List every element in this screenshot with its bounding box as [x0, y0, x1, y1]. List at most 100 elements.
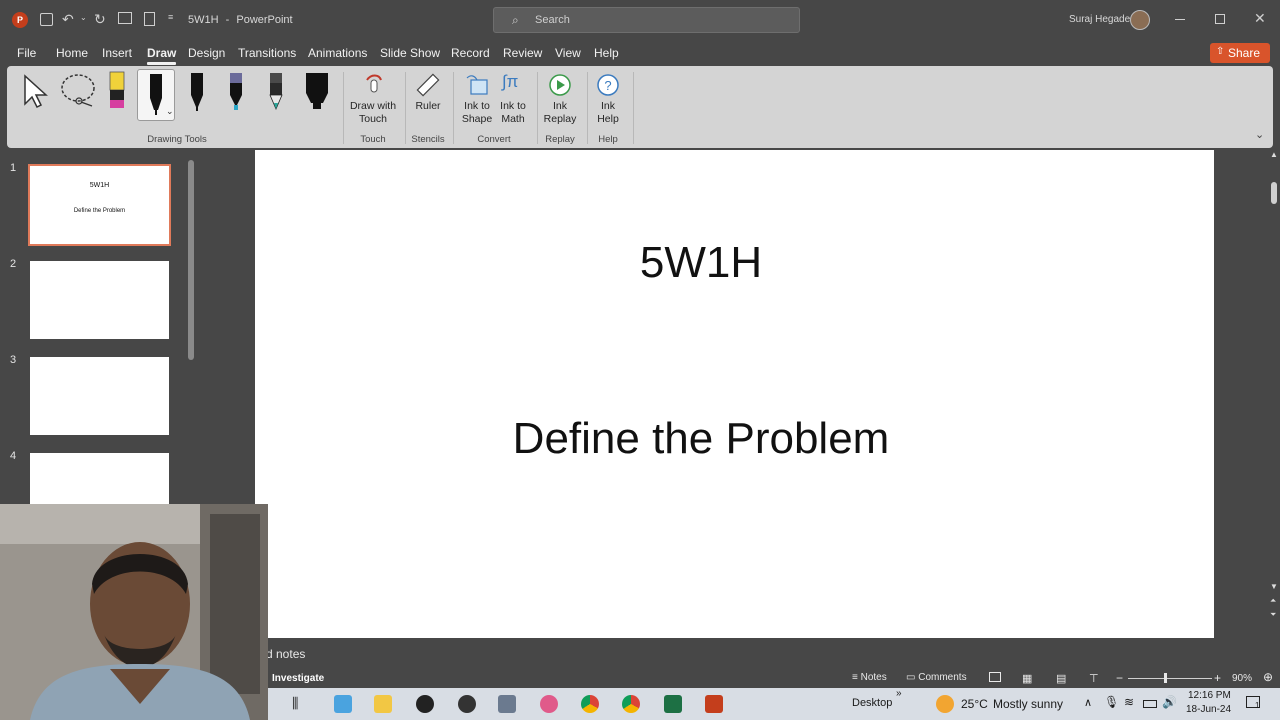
notification-icon[interactable]: 1 — [1246, 696, 1260, 710]
current-slide[interactable]: 5W1H Define the Problem — [255, 150, 1214, 638]
notification-count: 1 — [1255, 701, 1260, 710]
battery-icon[interactable] — [1143, 700, 1157, 708]
ink-replay-button[interactable]: Ink Replay — [541, 70, 579, 128]
zoom-out-icon[interactable]: − — [1116, 671, 1123, 685]
close-icon[interactable]: ✕ — [1254, 10, 1266, 27]
draw-with-touch-button[interactable]: Draw with Touch — [347, 70, 399, 128]
pen-black-selected[interactable]: ⌄ — [137, 69, 175, 121]
zoom-slider[interactable] — [1128, 673, 1212, 683]
tab-design[interactable]: Design — [188, 46, 225, 60]
notes-placeholder[interactable]: d notes — [266, 647, 305, 661]
temperature[interactable]: 25°C — [961, 697, 988, 711]
ruler-button[interactable]: Ruler — [409, 70, 447, 128]
collapse-ribbon-icon[interactable]: ⌄ — [1255, 128, 1264, 141]
media-player-icon[interactable] — [416, 695, 434, 713]
zoom-slider-thumb[interactable] — [1164, 673, 1167, 683]
next-slide-icon[interactable]: ⏷ — [1270, 610, 1276, 620]
wifi-icon[interactable]: ≋ — [1124, 695, 1134, 709]
marker-icon[interactable] — [303, 71, 331, 113]
slideshow-view-icon[interactable]: ⊤ — [1089, 672, 1099, 685]
normal-view-icon[interactable] — [989, 672, 1001, 682]
slide-title[interactable]: 5W1H — [255, 238, 1147, 288]
microphone-icon[interactable]: 🎙 — [1104, 695, 1119, 709]
desktop-label[interactable]: Desktop — [852, 697, 892, 709]
chevron-down-icon[interactable]: ⌄ — [166, 106, 174, 117]
pen-black-2-icon[interactable] — [187, 71, 207, 113]
ink-to-math-button[interactable]: ∫π Ink to Math — [497, 70, 529, 128]
zoom-in-icon[interactable]: + — [1214, 671, 1221, 685]
tab-home[interactable]: Home — [56, 46, 88, 60]
restore-icon[interactable] — [1215, 14, 1225, 24]
webcam-overlay — [0, 504, 268, 720]
slide-subtitle[interactable]: Define the Problem — [255, 414, 1147, 464]
clock-time[interactable]: 12:16 PM — [1188, 690, 1231, 701]
excel-icon[interactable] — [664, 695, 682, 713]
select-tool-icon[interactable] — [21, 74, 51, 110]
scroll-up-icon[interactable]: ▲ — [1270, 150, 1278, 159]
clock-date[interactable]: 18-Jun-24 — [1186, 704, 1231, 715]
slide-thumbnail-2[interactable] — [30, 261, 169, 339]
reading-view-icon[interactable]: ▤ — [1056, 672, 1066, 685]
chrome-profile-icon[interactable] — [622, 695, 640, 713]
title-bar: P ↶ ⌄ ↻ ≡ 5W1H - PowerPoint ⌕ Search Sur… — [0, 0, 1280, 40]
tab-review[interactable]: Review — [503, 46, 542, 60]
slide-sorter-icon[interactable]: ▦ — [1022, 672, 1032, 685]
tab-transitions[interactable]: Transitions — [238, 46, 296, 60]
chrome-icon[interactable] — [581, 695, 599, 713]
thumbnail-scrollbar[interactable] — [188, 160, 194, 360]
volume-icon[interactable]: 🔊 — [1162, 695, 1177, 709]
tray-chevron-icon[interactable]: ∧ — [1084, 696, 1092, 709]
scroll-down-icon[interactable]: ▼ — [1270, 582, 1278, 591]
user-name[interactable]: Suraj Hegade — [1069, 14, 1130, 25]
new-file-icon[interactable] — [144, 12, 155, 26]
vertical-scrollbar[interactable]: ▲ ▼ ⏶ ⏷ — [1268, 150, 1280, 638]
tab-view[interactable]: View — [555, 46, 581, 60]
customize-toolbar-icon[interactable]: ≡ — [168, 12, 173, 22]
file-explorer-icon[interactable] — [374, 695, 392, 713]
previous-slide-icon[interactable]: ⏶ — [1270, 596, 1276, 606]
ink-help-button[interactable]: ? Ink Help — [591, 70, 625, 128]
tab-draw[interactable]: Draw — [147, 46, 177, 65]
fit-to-window-icon[interactable]: ⊕ — [1263, 670, 1273, 684]
investigate-label: Investigate — [272, 673, 325, 684]
group-label-help: Help — [598, 134, 618, 145]
zoom-level[interactable]: 90% — [1232, 673, 1252, 684]
notes-button[interactable]: ≡ Notes — [852, 672, 887, 683]
undo-dropdown-icon[interactable]: ⌄ — [80, 13, 87, 22]
tab-file[interactable]: File — [17, 46, 36, 60]
widgets-icon[interactable] — [334, 695, 352, 713]
undo-icon[interactable]: ↶ — [62, 11, 74, 28]
task-view-icon[interactable]: ⫼ — [292, 695, 298, 712]
redo-icon[interactable]: ↻ — [94, 11, 106, 28]
lasso-select-icon[interactable] — [59, 72, 99, 110]
tab-animations[interactable]: Animations — [308, 46, 367, 60]
calculator-icon[interactable] — [498, 695, 516, 713]
share-button[interactable]: ⇧ Share — [1210, 43, 1270, 63]
avatar[interactable] — [1130, 10, 1150, 30]
save-icon[interactable] — [40, 13, 53, 26]
powerpoint-taskbar-icon[interactable] — [705, 695, 723, 713]
tab-record[interactable]: Record — [451, 46, 490, 60]
obs-icon[interactable] — [458, 695, 476, 713]
slide-thumbnail-3[interactable] — [30, 357, 169, 435]
present-icon[interactable] — [118, 12, 132, 24]
comments-button[interactable]: ▭ Comments — [906, 672, 967, 683]
overflow-chevron-icon[interactable]: » — [896, 688, 902, 699]
ink-to-shape-button[interactable]: Ink to Shape — [459, 70, 495, 128]
weather-condition[interactable]: Mostly sunny — [993, 697, 1063, 711]
document-title: 5W1H - PowerPoint — [188, 14, 293, 26]
tab-slide-show[interactable]: Slide Show — [380, 46, 440, 60]
slide-thumbnail-1[interactable]: 5W1H Define the Problem — [28, 164, 171, 246]
snipping-tool-icon[interactable] — [540, 695, 558, 713]
pencil-icon[interactable] — [266, 71, 286, 113]
tab-help[interactable]: Help — [594, 46, 619, 60]
tab-insert[interactable]: Insert — [102, 46, 132, 60]
ribbon-separator — [343, 72, 344, 144]
touch-draw-icon — [366, 74, 382, 93]
minimize-icon[interactable] — [1175, 19, 1185, 20]
search-box[interactable]: ⌕ Search — [493, 7, 800, 33]
ink-to-math-icon: ∫π — [502, 72, 519, 91]
pen-blue-icon[interactable] — [226, 71, 246, 113]
highlighter-icon[interactable] — [107, 70, 127, 110]
scroll-thumb[interactable] — [1271, 182, 1277, 204]
